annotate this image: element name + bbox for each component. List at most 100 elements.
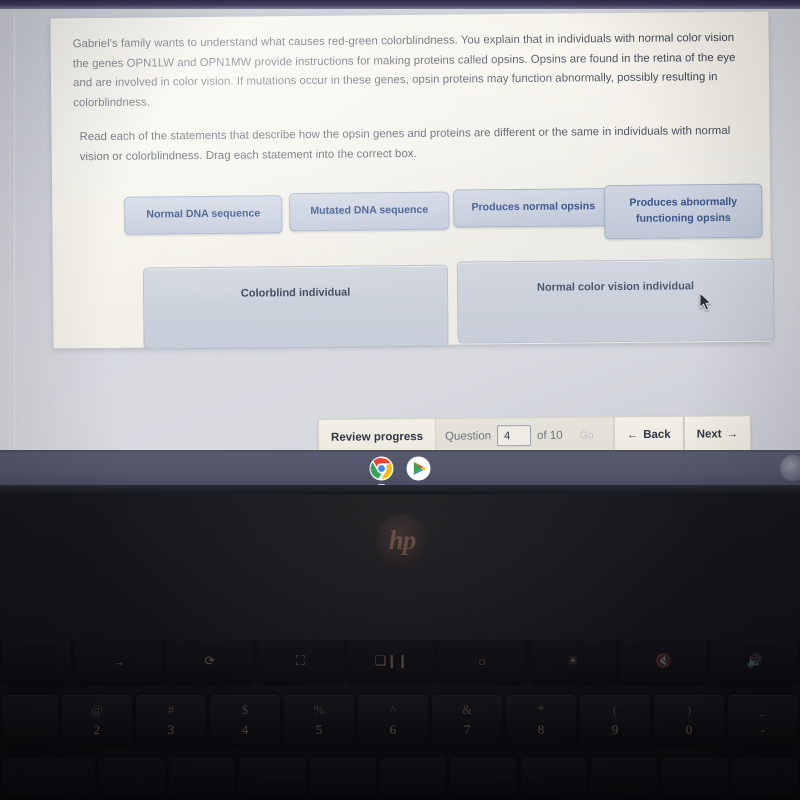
key-digit-label: 2 bbox=[93, 721, 101, 737]
hp-logo: hp bbox=[376, 514, 428, 566]
key-e[interactable] bbox=[239, 758, 306, 798]
key-overview[interactable]: ❏❙❙ bbox=[347, 640, 435, 682]
reload-key-glyph: ⟳ bbox=[204, 653, 216, 668]
keyboard-letter-row bbox=[0, 758, 800, 800]
question-stem-paragraph: Gabriel's family wants to understand wha… bbox=[72, 31, 736, 110]
key-7[interactable]: & 7 bbox=[432, 695, 502, 745]
key-2[interactable]: @2 bbox=[62, 695, 132, 745]
chromebook-screen: Gabriel's family wants to understand wha… bbox=[0, 9, 800, 450]
key-o[interactable] bbox=[661, 758, 728, 798]
key-brightness-up[interactable]: ☀ bbox=[529, 640, 617, 682]
play-store-icon[interactable] bbox=[406, 456, 431, 481]
drop-zone-colorblind-label: Colorblind individual bbox=[240, 286, 351, 300]
fullscreen-key-glyph: ⛶ bbox=[295, 653, 306, 668]
key-symbol-label: ) bbox=[686, 702, 692, 717]
back-arrow-icon: ← bbox=[626, 428, 639, 441]
drop-zone-colorblind-individual[interactable]: Colorblind individual bbox=[142, 264, 449, 350]
key-tab[interactable] bbox=[2, 758, 95, 798]
brightness-down-key-glyph: ○ bbox=[478, 653, 487, 669]
brightness-up-key-glyph: ☀ bbox=[567, 653, 579, 668]
key-6[interactable]: ^ 6 bbox=[358, 695, 428, 745]
key-symbol-label: ( bbox=[612, 702, 618, 717]
drop-zones-row: Colorblind individual Normal color visio… bbox=[75, 258, 775, 356]
key-brightness-down[interactable]: ○ bbox=[438, 640, 526, 682]
key-forward[interactable]: → bbox=[75, 640, 163, 682]
key-symbol-label: % bbox=[313, 702, 325, 717]
monitor-top-bezel bbox=[0, 0, 800, 9]
key-0[interactable]: ) 0 bbox=[654, 695, 724, 745]
page-left-edge bbox=[14, 9, 15, 450]
question-navigation-bar: Review progress Question 4 of 10 Go ← Ba… bbox=[317, 415, 752, 450]
key-digit-label: 6 bbox=[389, 721, 397, 737]
draggable-statements-row: Normal DNA sequence Mutated DNA sequence… bbox=[74, 183, 763, 247]
key-symbol-label: ^ bbox=[390, 702, 396, 717]
key-3[interactable]: #3 bbox=[136, 695, 206, 745]
key-digit-label: 4 bbox=[241, 721, 249, 737]
question-number-input[interactable]: 4 bbox=[496, 425, 532, 447]
volume-down-key-glyph: 🔊 bbox=[746, 653, 763, 668]
key-symbol-label: $ bbox=[241, 702, 249, 717]
key-8[interactable]: * 8 bbox=[506, 695, 576, 745]
key-digit-label: 0 bbox=[685, 721, 693, 737]
key-y[interactable] bbox=[450, 758, 517, 798]
key-u[interactable] bbox=[520, 758, 588, 798]
draggable-statement-mutated-dna-sequence[interactable]: Mutated DNA sequence bbox=[289, 191, 450, 231]
draggable-statement-normal-dna-sequence[interactable]: Normal DNA sequence bbox=[124, 194, 283, 235]
key-volume-down[interactable]: 🔊 bbox=[711, 640, 798, 682]
draggable-statement-produces-abnormally-functioning-opsins[interactable]: Produces abnormally functioning opsins bbox=[604, 183, 763, 239]
laptop-keyboard: → ⟳ ⛶ ❏❙❙ ○ ☀ 🔇 🔊 @2 #3 $4% 5 ^ 6 & 7 * 8(9) 0 _ - bbox=[0, 640, 800, 800]
question-instruction-paragraph: Read each of the statements that describ… bbox=[79, 125, 731, 164]
drop-zone-normal-vision-label: Normal color vision individual bbox=[536, 279, 695, 294]
chromeos-shelf bbox=[0, 452, 800, 486]
back-button-label: Back bbox=[643, 428, 671, 441]
key-digit-label: - bbox=[760, 721, 766, 737]
draggable-statement-produces-normal-opsins[interactable]: Produces normal opsins bbox=[453, 187, 614, 228]
screen-bottom-bezel bbox=[0, 485, 800, 494]
mouse-cursor-icon bbox=[699, 292, 712, 311]
key-9[interactable]: (9 bbox=[580, 695, 650, 745]
back-button[interactable]: ← Back bbox=[613, 415, 684, 450]
key-4[interactable]: $4 bbox=[210, 695, 280, 745]
key-digit-label: 9 bbox=[611, 721, 619, 737]
key-fullscreen[interactable]: ⛶ bbox=[257, 640, 344, 682]
key-mute[interactable]: 🔇 bbox=[620, 640, 708, 682]
question-number-group: Question 4 of 10 Go bbox=[435, 416, 614, 450]
key-t[interactable] bbox=[380, 758, 447, 798]
next-arrow-icon: → bbox=[726, 427, 739, 440]
question-total-label: of 10 bbox=[537, 429, 563, 442]
review-progress-button[interactable]: Review progress bbox=[317, 417, 437, 450]
chrome-icon[interactable] bbox=[369, 456, 394, 486]
key-5[interactable]: % 5 bbox=[284, 695, 354, 745]
forward-key-glyph: → bbox=[112, 653, 126, 669]
next-button[interactable]: Next → bbox=[683, 415, 752, 450]
keyboard-number-row: @2 #3 $4% 5 ^ 6 & 7 * 8(9) 0 _ - bbox=[0, 695, 800, 750]
keyboard-function-row: → ⟳ ⛶ ❏❙❙ ○ ☀ 🔇 🔊 bbox=[0, 640, 800, 688]
key-digit-label: 8 bbox=[537, 721, 545, 737]
shelf-status-area[interactable] bbox=[780, 455, 800, 481]
shelf-icon-list bbox=[0, 452, 800, 486]
screenshot-root: Gabriel's family wants to understand wha… bbox=[0, 0, 800, 800]
key-1[interactable] bbox=[2, 695, 58, 745]
overview-key-glyph: ❏❙❙ bbox=[374, 653, 409, 668]
key-digit-label: 5 bbox=[315, 721, 323, 737]
key-reload[interactable]: ⟳ bbox=[166, 640, 254, 682]
key-symbol-label: _ bbox=[759, 702, 767, 717]
mute-key-glyph: 🔇 bbox=[655, 653, 672, 668]
key-w[interactable] bbox=[169, 758, 236, 798]
question-card: Gabriel's family wants to understand wha… bbox=[50, 11, 775, 350]
key-p[interactable] bbox=[731, 758, 798, 798]
key-escape[interactable] bbox=[2, 640, 72, 682]
key--[interactable]: _ - bbox=[728, 695, 798, 745]
key-i[interactable] bbox=[591, 758, 658, 798]
next-button-label: Next bbox=[696, 427, 722, 441]
key-symbol-label: * bbox=[537, 702, 545, 717]
go-button[interactable]: Go bbox=[569, 429, 605, 441]
key-symbol-label: # bbox=[167, 702, 175, 717]
key-digit-label: 7 bbox=[463, 721, 471, 737]
key-q[interactable] bbox=[98, 758, 166, 798]
key-r[interactable] bbox=[309, 758, 377, 798]
question-word-label: Question bbox=[444, 429, 492, 443]
key-symbol-label: & bbox=[462, 702, 472, 717]
drop-zone-normal-color-vision-individual[interactable]: Normal color vision individual bbox=[456, 258, 775, 344]
key-digit-label: 3 bbox=[167, 721, 175, 737]
